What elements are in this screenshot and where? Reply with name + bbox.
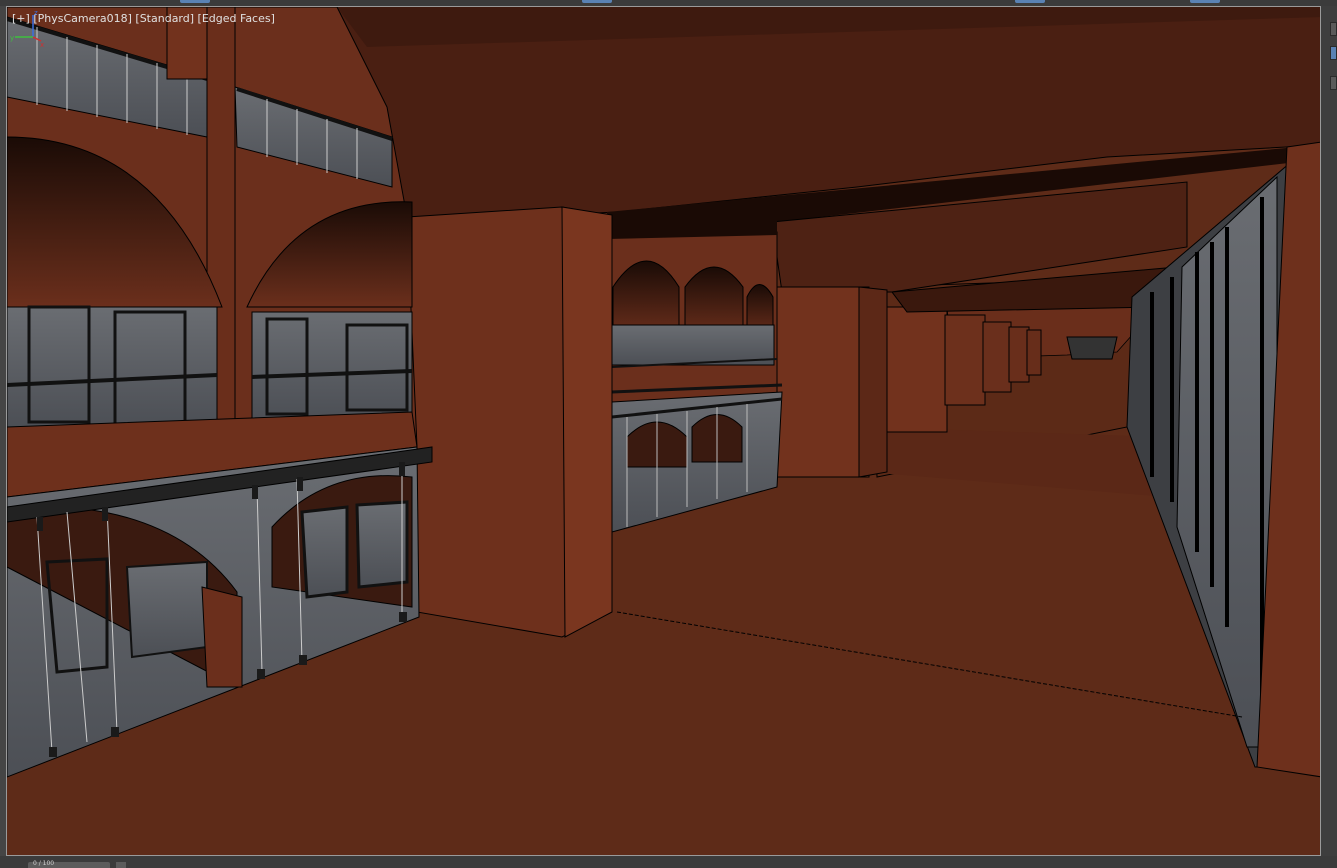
panel-button[interactable] — [1330, 22, 1337, 36]
display-mode-menu-button[interactable]: [Edged Faces] — [198, 12, 275, 25]
top-tab-3[interactable] — [1015, 0, 1045, 3]
top-tab-4[interactable] — [1190, 0, 1220, 3]
camera-viewport[interactable]: [+] [PhysCamera018] [Standard] [Edged Fa… — [6, 6, 1321, 856]
time-slider-next-button[interactable] — [116, 862, 126, 868]
camera-menu-button[interactable]: [PhysCamera018] — [33, 12, 132, 25]
scene-render — [7, 7, 1320, 855]
axis-x-label: x — [40, 41, 44, 47]
axis-z-label: z — [34, 9, 38, 17]
top-tab-2[interactable] — [582, 0, 612, 3]
panel-button-2[interactable] — [1330, 76, 1337, 90]
shading-menu-button[interactable]: [Standard] — [135, 12, 194, 25]
top-tab-1[interactable] — [180, 0, 210, 3]
panel-button-active[interactable] — [1330, 46, 1337, 60]
viewport-label: [+] [PhysCamera018] [Standard] [Edged Fa… — [12, 12, 275, 25]
axis-y-label: y — [10, 34, 14, 42]
axis-gizmo-icon: z y x — [10, 9, 44, 47]
command-panel-edge — [1321, 6, 1337, 856]
time-slider-bar: 0 / 100 — [0, 856, 1337, 868]
time-slider-label: 0 / 100 — [33, 860, 55, 867]
